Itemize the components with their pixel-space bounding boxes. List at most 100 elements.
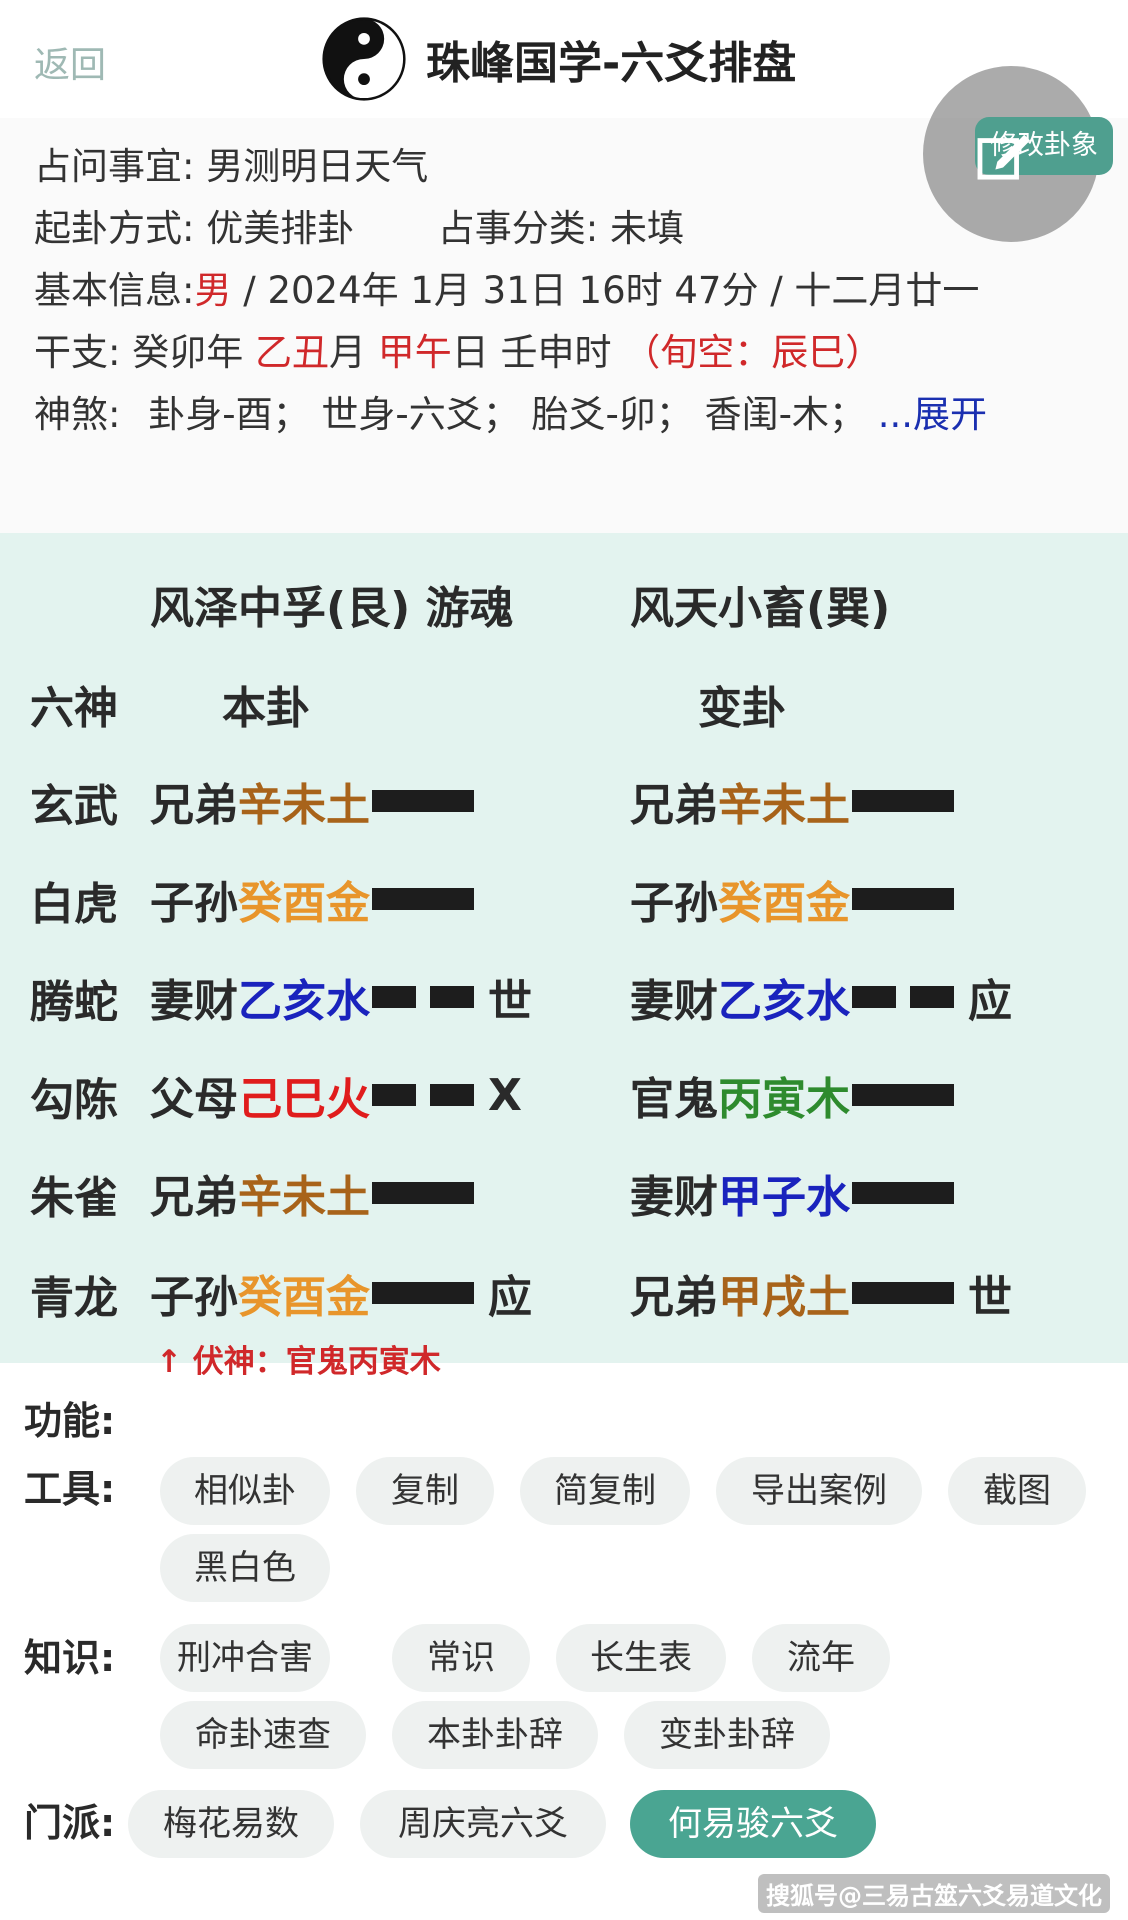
stem-branch-label: 癸酉金 [718,878,850,929]
shensha-line: 神煞: 卦身-酉； 世身-六爻； 胎爻-卯； 香闺-木； ...展开 [34,384,987,438]
yao-row: 腾蛇 妻财 乙亥水世妻财 乙亥水 应 [0,962,1128,1032]
xunkong: （旬空：辰巳） [623,331,883,374]
bian-gua-yao: 妻财 乙亥水 应 [630,962,1012,1032]
yao-mark: 应 [488,1272,532,1323]
yang-line [852,1282,954,1304]
stem-branch-label: 辛未土 [718,780,850,831]
method-line: 起卦方式: 优美排卦 占事分类: 未填 [34,198,684,252]
yao-row: 勾陈 父母 己巳火 X 官鬼 丙寅木 [0,1060,1128,1130]
title-group: 珠峰国学-六爻排盘 [322,14,796,104]
relation-label: 官鬼 [630,1074,718,1125]
stem-branch-label: 乙亥水 [718,976,850,1027]
basic-label: 基本信息: [34,269,195,312]
stem-branch-label: 癸酉金 [238,878,370,929]
hexagram-panel [0,533,1128,1363]
yao-mark: 世 [968,1272,1012,1323]
six-god-label: 勾陈 [30,1075,118,1126]
yao-mark: 应 [968,976,1012,1027]
tool-screenshot-button[interactable]: 截图 [948,1457,1086,1525]
bian-gua-yao: 妻财 甲子水 [630,1158,954,1228]
relation-label: 子孙 [630,878,718,929]
school-heyijun-button[interactable]: 何易骏六爻 [630,1790,876,1858]
knowledge-liunian-button[interactable]: 流年 [752,1624,890,1692]
knowledge-changshi-button[interactable]: 常识 [392,1624,530,1692]
knowledge-bengua-ci-button[interactable]: 本卦卦辞 [392,1701,598,1769]
expand-link[interactable]: ...展开 [878,393,987,436]
fushen-note: ↑ 伏神：官鬼丙寅木 [156,1344,441,1380]
method-value: 优美排卦 [206,207,355,250]
yang-line [372,888,474,910]
bian-gua-name: 风天小畜(巽) [630,583,891,634]
ben-gua-yao: 兄弟 辛未土 [150,766,474,836]
yao-row: 朱雀 兄弟 辛未土 妻财 甲子水 [0,1158,1128,1228]
ben-gua-yao: 父母 己巳火 X [150,1060,522,1130]
col-header-god: 六神 [30,683,118,734]
relation-label: 妻财 [630,1172,718,1223]
relation-label: 子孙 [150,1272,238,1323]
ganzhi-month-stem: 乙丑 [255,331,329,374]
yang-line [852,1084,954,1106]
tool-export-button[interactable]: 导出案例 [716,1457,922,1525]
six-god-label: 腾蛇 [30,977,118,1028]
ben-gua-yao: 妻财 乙亥水 世 [150,962,532,1032]
school-zhouqingliang-button[interactable]: 周庆亮六爻 [360,1790,606,1858]
knowledge-changsheng-button[interactable]: 长生表 [556,1624,726,1692]
six-god-label: 朱雀 [30,1173,118,1224]
question-line: 占问事宜: 男测明日天气 [34,136,428,190]
relation-label: 兄弟 [630,1272,718,1323]
stem-branch-label: 丙寅木 [718,1074,850,1125]
watermark: 搜狐号@三易古筮六爻易道文化 [758,1874,1110,1913]
yao-mark: 世 [488,976,532,1027]
ganzhi-day-stem: 甲午 [377,331,452,374]
date-value: / 2024年 1月 31日 16时 47分 / 十二月廿一 [231,269,980,312]
ben-gua-yao: 子孙 癸酉金 [150,864,474,934]
yao-row: 青龙 子孙 癸酉金 应 兄弟 甲戌土 世 [0,1258,1128,1328]
tools-label: 工具: [24,1467,116,1511]
relation-label: 兄弟 [630,780,718,831]
knowledge-biangua-ci-button[interactable]: 变卦卦辞 [624,1701,830,1769]
col-header-bian: 变卦 [698,683,786,734]
category-label: 占事分类: [437,207,599,250]
knowledge-xingchong-button[interactable]: 刑冲合害 [160,1624,330,1692]
yang-line [852,1182,954,1204]
six-god-label: 玄武 [30,781,118,832]
yao-row: 白虎 子孙 癸酉金 子孙 癸酉金 [0,864,1128,934]
gender-value: 男 [194,269,232,312]
ganzhi-year: 癸卯年 [132,331,244,374]
relation-label: 兄弟 [150,780,238,831]
school-meihua-button[interactable]: 梅花易数 [128,1790,334,1858]
stem-branch-label: 辛未土 [238,780,370,831]
relation-label: 子孙 [150,878,238,929]
six-god-label: 青龙 [30,1273,118,1324]
ganzhi-month-suffix: 月 [329,331,366,374]
yang-line [372,790,474,812]
tool-copy-button[interactable]: 复制 [356,1457,494,1525]
tool-similar-button[interactable]: 相似卦 [160,1457,330,1525]
pencil-icon [977,134,1031,180]
stem-branch-label: 己巳火 [238,1074,370,1125]
question-value: 男测明日天气 [206,145,429,188]
yin-line [372,986,474,1008]
yao-mark: X [488,1069,522,1121]
ganzhi-line: 干支: 癸卯年 乙丑月 甲午日 壬申时 （旬空：辰巳） [34,322,882,376]
stem-branch-label: 癸酉金 [238,1272,370,1323]
bian-gua-yao: 兄弟 辛未土 [630,766,954,836]
tool-simple-copy-button[interactable]: 简复制 [520,1457,690,1525]
shensha-label: 神煞: [34,393,121,436]
ben-gua-name: 风泽中孚(艮) 游魂 [150,583,514,634]
yang-line [372,1282,474,1304]
knowledge-label: 知识: [24,1636,116,1680]
col-header-ben: 本卦 [222,683,310,734]
basic-info-line: 基本信息:男 / 2024年 1月 31日 16时 47分 / 十二月廿一 [34,260,979,314]
tool-blackwhite-button[interactable]: 黑白色 [160,1534,330,1602]
yang-line [372,1182,474,1204]
method-label: 起卦方式: [34,207,195,250]
ganzhi-day-suffix: 日 [451,331,489,374]
bian-gua-yao: 官鬼 丙寅木 [630,1060,954,1130]
back-button[interactable]: 返回 [34,36,106,88]
yin-line [852,986,954,1008]
school-label: 门派: [24,1801,116,1845]
stem-branch-label: 甲戌土 [718,1272,850,1323]
knowledge-minggua-button[interactable]: 命卦速查 [160,1701,366,1769]
relation-label: 妻财 [150,976,238,1027]
